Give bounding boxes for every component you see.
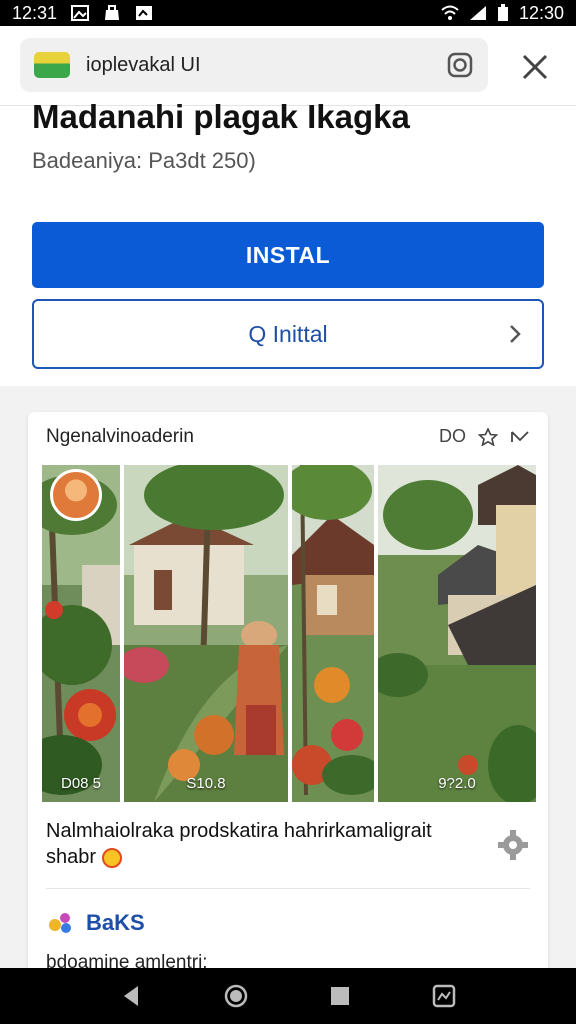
brand-label: BaKS (86, 910, 145, 935)
home-icon[interactable] (222, 982, 250, 1010)
wifi-icon (441, 5, 459, 20)
battery-icon (497, 4, 508, 21)
status-time-right: 12:30 (518, 2, 564, 23)
chevron-right-icon (510, 325, 521, 343)
back-icon[interactable] (118, 982, 146, 1010)
url-bar[interactable]: ioplevakal UI (20, 38, 488, 92)
photo-4[interactable]: 9?2.0 (378, 465, 536, 802)
site-logo-icon (34, 52, 70, 78)
card-header: Ngenalvinoaderin (46, 426, 194, 447)
screenshot-icon[interactable] (430, 982, 458, 1010)
bag-icon (105, 5, 120, 20)
smile-emoji-icon (101, 847, 122, 868)
chevron-down-icon[interactable] (510, 428, 530, 446)
brand-row[interactable]: BaKS (46, 910, 145, 936)
card-actions-text: DO (439, 426, 466, 446)
instagram-icon[interactable] (446, 51, 474, 79)
photo-1[interactable]: D08 5 (42, 465, 120, 802)
secondary-install-label: Q Inittal (248, 320, 328, 347)
recents-icon[interactable] (326, 982, 354, 1010)
card-actions: DO (439, 426, 530, 447)
image-icon (71, 5, 90, 21)
photo-2[interactable]: S10.8 (124, 465, 288, 802)
gear-icon[interactable] (496, 828, 530, 862)
garden-photo-3 (292, 465, 374, 802)
photo-3[interactable] (292, 465, 374, 802)
install-button-label: INSTAL (245, 241, 331, 268)
brand-logo-icon (49, 913, 71, 933)
signal-icon (469, 6, 486, 20)
app-subtitle: Badeaniya: Pa3dt 250) (32, 148, 256, 173)
star-icon[interactable] (478, 427, 498, 446)
post-caption: Nalmhaiolraka prodskatira hahrirkamaligr… (46, 818, 476, 870)
avatar[interactable] (50, 469, 102, 521)
divider (46, 888, 530, 889)
post-card: Ngenalvinoaderin DO D08 5 S10.8 9?2.0 Na… (28, 412, 548, 1012)
page-title: Madanahi plagak Ikagka (32, 98, 410, 135)
status-time-left: 12:31 (12, 2, 58, 23)
photo-label: 9?2.0 (438, 775, 476, 792)
browser-toolbar: ioplevakal UI (0, 26, 576, 106)
secondary-install-button[interactable]: Q Inittal (32, 299, 544, 369)
garden-photo-2 (124, 465, 288, 802)
url-text: ioplevakal UI (86, 53, 201, 76)
photo-icon (136, 6, 153, 20)
system-nav-bar (0, 968, 576, 1024)
photo-label: S10.8 (186, 775, 226, 792)
status-bar: 12:31 12:30 (0, 0, 576, 26)
install-button[interactable]: INSTAL (32, 222, 544, 288)
garden-photo-4 (378, 465, 536, 802)
close-icon[interactable] (516, 48, 554, 86)
photo-strip: D08 5 S10.8 9?2.0 (42, 465, 536, 802)
photo-label: D08 5 (60, 775, 102, 792)
